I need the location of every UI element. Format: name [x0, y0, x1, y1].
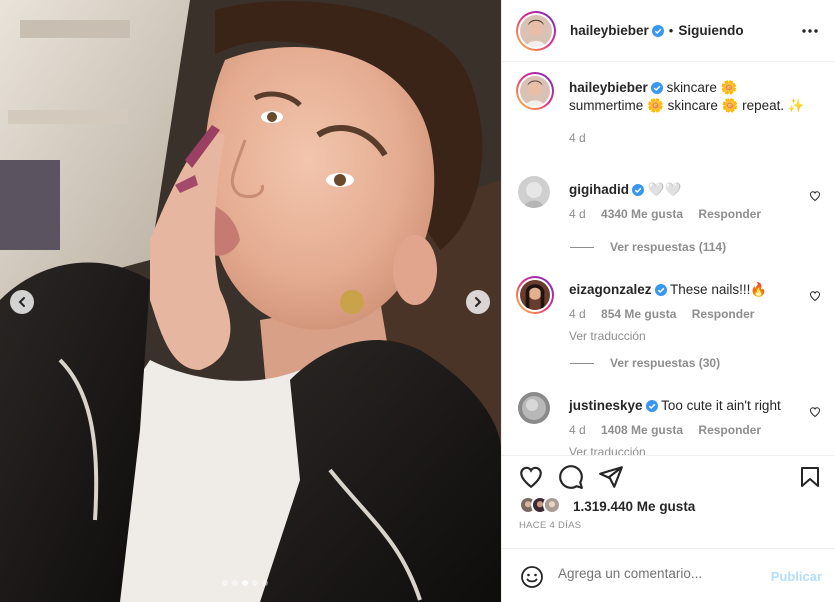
next-slide-button[interactable] [466, 290, 490, 314]
following-button[interactable]: Siguiendo [678, 23, 743, 38]
avatar-image [520, 280, 550, 310]
more-options-icon[interactable] [801, 22, 819, 40]
translate-button[interactable]: Ver traducción [569, 327, 804, 345]
comment-likes[interactable]: 854 Me gusta [601, 307, 676, 321]
post-timestamp[interactable]: HACE 4 DÍAS [519, 520, 581, 531]
divider-line [570, 362, 594, 364]
heart-icon[interactable] [518, 464, 544, 490]
commenter-username[interactable]: eizagonzalez [569, 282, 652, 297]
post-header: haileybieber • Siguiendo [502, 0, 835, 62]
commenter-username[interactable]: gigihadid [569, 182, 629, 197]
chevron-left-icon [18, 297, 25, 307]
reply-button[interactable]: Responder [698, 423, 761, 437]
comment-age: 4 d [569, 207, 586, 221]
verified-badge-icon [632, 184, 644, 196]
comment-likes[interactable]: 4340 Me gusta [601, 207, 683, 221]
add-comment-bar: Publicar [502, 548, 835, 602]
avatar-image [520, 14, 552, 47]
emoji-icon[interactable] [520, 565, 544, 589]
share-icon[interactable] [598, 464, 624, 490]
slide-dot [232, 580, 238, 586]
slide-dot [252, 580, 258, 586]
verified-badge-icon [645, 400, 658, 412]
chevron-right-icon [475, 297, 482, 307]
slide-dot [262, 580, 268, 586]
reply-button[interactable]: Responder [692, 307, 755, 321]
post-details-panel: haileybieber • Siguiendo haileybieber sk… [501, 0, 835, 602]
view-replies-label: Ver respuestas (30) [610, 356, 721, 370]
dot-separator: • [668, 23, 674, 38]
author-username[interactable]: haileybieber [570, 23, 649, 38]
comment-input[interactable] [558, 566, 758, 581]
selfie-image [0, 0, 501, 602]
verified-badge-icon [651, 24, 664, 37]
slide-indicator [222, 580, 268, 586]
view-replies-button[interactable]: Ver respuestas (30) [570, 356, 720, 370]
reply-button[interactable]: Responder [698, 207, 761, 221]
previous-slide-button[interactable] [10, 290, 34, 314]
caption-age: 4 d [569, 131, 586, 145]
commenter-avatar[interactable] [516, 276, 554, 314]
comment-text: 🤍🤍 [647, 182, 682, 197]
caption-username[interactable]: haileybieber [569, 80, 648, 95]
bookmark-icon[interactable] [798, 464, 822, 490]
comment-age: 4 d [569, 423, 586, 437]
comment-icon[interactable] [558, 464, 584, 490]
comment-likes[interactable]: 1408 Me gusta [601, 423, 683, 437]
liker-avatar [543, 496, 561, 514]
slide-dot [222, 580, 228, 586]
slide-dot-active [242, 580, 248, 586]
post-actions: 1.319.440 Me gusta HACE 4 DÍAS [502, 455, 835, 547]
verified-badge-icon [650, 82, 663, 94]
heart-icon[interactable] [809, 190, 821, 202]
view-replies-button[interactable]: Ver respuestas (114) [570, 240, 726, 254]
avatar-image [520, 76, 550, 106]
verified-badge-icon [654, 284, 667, 296]
likers-avatars[interactable] [519, 496, 561, 514]
publish-button[interactable]: Publicar [771, 569, 822, 584]
commenter-avatar[interactable] [518, 392, 550, 424]
commenter-avatar[interactable] [518, 176, 550, 208]
author-avatar[interactable] [516, 10, 556, 51]
comment-text: These nails!!!🔥 [670, 282, 768, 297]
divider-line [570, 246, 594, 248]
commenter-username[interactable]: justineskye [569, 398, 643, 413]
comment-text: Too cute it ain't right [661, 398, 781, 413]
heart-icon[interactable] [809, 406, 821, 418]
likes-count[interactable]: 1.319.440 Me gusta [573, 499, 695, 514]
caption-avatar[interactable] [516, 72, 554, 110]
comment-age: 4 d [569, 307, 586, 321]
view-replies-label: Ver respuestas (114) [610, 240, 727, 254]
post-photo [0, 0, 501, 602]
heart-icon[interactable] [809, 290, 821, 302]
